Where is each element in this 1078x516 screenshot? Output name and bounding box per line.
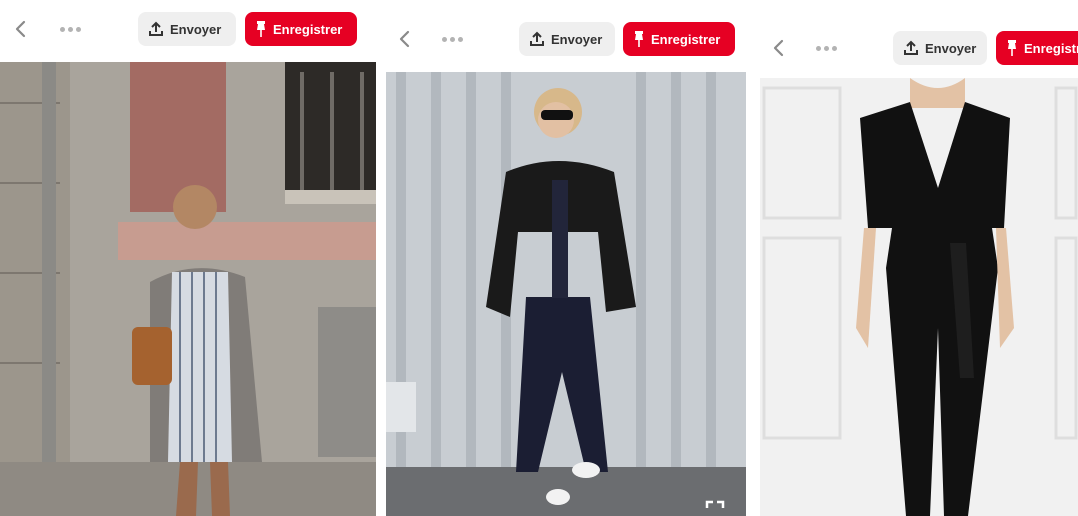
save-button[interactable]: Enregistrer [245, 12, 357, 46]
pin-icon [633, 30, 645, 48]
pin-toolbar: Envoyer Enregistrer [758, 31, 1078, 65]
chevron-left-icon[interactable] [768, 37, 790, 59]
send-button[interactable]: Envoyer [138, 12, 236, 46]
expand-icon[interactable] [705, 500, 725, 516]
send-label: Envoyer [551, 31, 603, 47]
more-dots-icon[interactable] [816, 40, 846, 56]
pin-panel-3: Envoyer Enregistrer [758, 0, 1078, 516]
pin-toolbar: Envoyer Enregistrer [386, 22, 750, 56]
chevron-left-icon[interactable] [10, 18, 32, 40]
upload-icon [529, 31, 545, 47]
pin-icon [1006, 39, 1018, 57]
pin-panel-1: Envoyer Enregistrer [0, 0, 378, 516]
pin-image-black-jumpsuit[interactable] [760, 78, 1078, 516]
send-button[interactable]: Envoyer [893, 31, 987, 65]
send-button[interactable]: Envoyer [519, 22, 615, 56]
save-label: Enregistrer [651, 31, 721, 47]
upload-icon [148, 21, 164, 37]
send-label: Envoyer [170, 21, 222, 37]
more-dots-icon[interactable] [442, 31, 472, 47]
send-label: Envoyer [925, 40, 977, 56]
save-label: Enregistrer [1024, 40, 1078, 56]
pin-image-striped-shirt-dress[interactable] [0, 62, 376, 516]
pin-image-leather-jacket[interactable] [386, 72, 746, 516]
pin-icon [255, 20, 267, 38]
chevron-left-icon[interactable] [394, 28, 416, 50]
pin-toolbar: Envoyer Enregistrer [0, 12, 378, 46]
more-dots-icon[interactable] [60, 21, 90, 37]
save-button[interactable]: Enregistrer [996, 31, 1078, 65]
save-button[interactable]: Enregistrer [623, 22, 735, 56]
upload-icon [903, 40, 919, 56]
pin-panel-2: Envoyer Enregistrer [386, 0, 750, 516]
save-label: Enregistrer [273, 21, 343, 37]
